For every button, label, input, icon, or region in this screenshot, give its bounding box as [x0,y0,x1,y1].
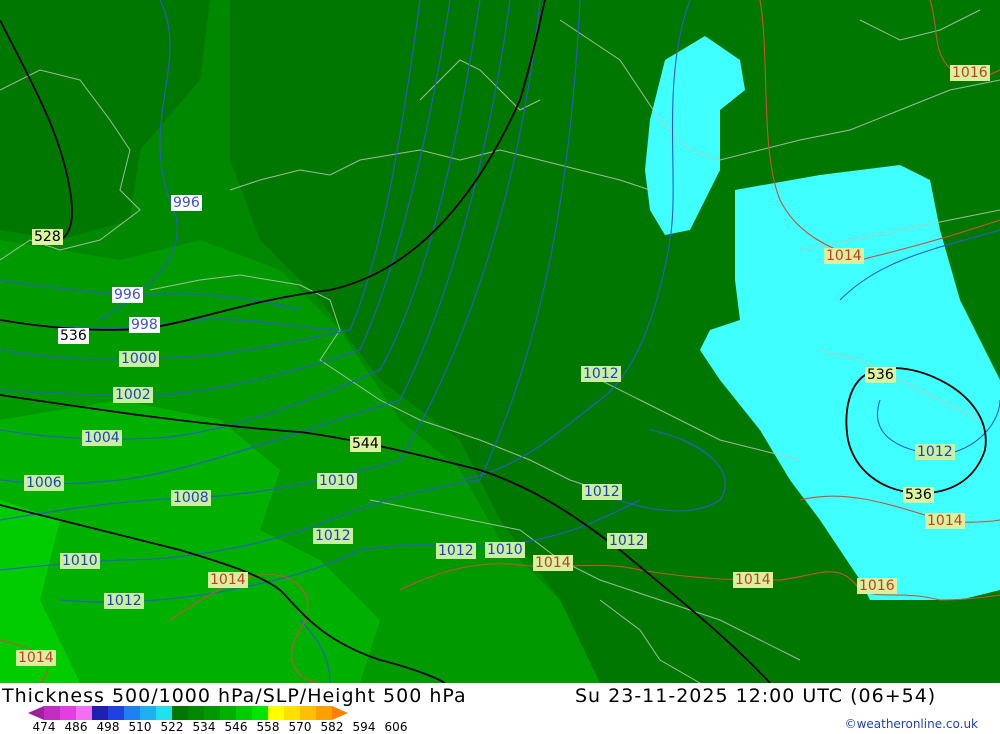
pressure-label: 1012 [313,528,353,544]
pressure-label: 1012 [582,484,622,500]
color-swatch [172,706,188,720]
color-swatch [76,706,92,720]
color-swatch [60,706,76,720]
color-scale-tick: 498 [96,720,120,734]
color-swatch [300,706,316,720]
pressure-label: 996 [171,195,202,211]
map-title: Thickness 500/1000 hPa/SLP/Height 500 hP… [2,685,467,707]
color-scale-tick: 534 [192,720,216,734]
pressure-label: 1014 [16,650,56,666]
color-scale-tick: 606 [384,720,408,734]
height-label: 544 [350,436,381,452]
pressure-label: 1016 [857,578,897,594]
height-label: 528 [32,229,63,245]
height-label: 536 [58,328,89,344]
color-swatch [316,706,332,720]
color-scale-tick: 558 [256,720,280,734]
map-footer: Thickness 500/1000 hPa/SLP/Height 500 hP… [0,683,1000,734]
color-scale-tick: 570 [288,720,312,734]
pressure-label: 1012 [607,533,647,549]
pressure-label: 1002 [113,387,153,403]
color-scale-tick: 582 [320,720,344,734]
pressure-label: 1010 [60,553,100,569]
color-swatch [124,706,140,720]
color-scale-tick: 522 [160,720,184,734]
color-scale-tick: 474 [32,720,56,734]
pressure-label: 1012 [436,543,476,559]
color-swatch [44,706,60,720]
color-scale-tick: 594 [352,720,376,734]
pressure-label: 998 [129,317,160,333]
pressure-label: 1012 [581,366,621,382]
pressure-label: 1010 [485,542,525,558]
color-scale-tick: 546 [224,720,248,734]
color-scale-tick: 486 [64,720,88,734]
valid-time: Su 23-11-2025 12:00 UTC (06+54) [575,685,937,707]
pressure-label: 1004 [82,430,122,446]
pressure-label: 1014 [208,572,248,588]
color-swatch [236,706,252,720]
pressure-label: 1012 [104,593,144,609]
color-swatch [332,706,348,720]
color-swatch [156,706,172,720]
pressure-label: 1014 [733,572,773,588]
color-swatch [108,706,124,720]
pressure-label: 1012 [915,444,955,460]
color-swatch [204,706,220,720]
pressure-label: 1010 [317,473,357,489]
color-swatch [220,706,236,720]
pressure-label: 1014 [533,555,573,571]
color-swatch [268,706,284,720]
height-label: 536 [903,487,934,503]
pressure-label: 1008 [171,490,211,506]
color-scale-tick: 510 [128,720,152,734]
color-swatch [140,706,156,720]
pressure-label: 1014 [824,248,864,264]
color-swatch [252,706,268,720]
pressure-label: 1000 [119,351,159,367]
color-swatch [188,706,204,720]
pressure-label: 1006 [24,475,64,491]
pressure-label: 1016 [950,65,990,81]
color-swatch [284,706,300,720]
credit-link[interactable]: ©weatheronline.co.uk [845,717,978,731]
color-swatch [92,706,108,720]
pressure-label: 996 [112,287,143,303]
color-scale [28,706,348,720]
weather-map [0,0,1000,683]
color-swatch [28,706,44,720]
height-label: 536 [865,367,896,383]
pressure-label: 1014 [925,513,965,529]
